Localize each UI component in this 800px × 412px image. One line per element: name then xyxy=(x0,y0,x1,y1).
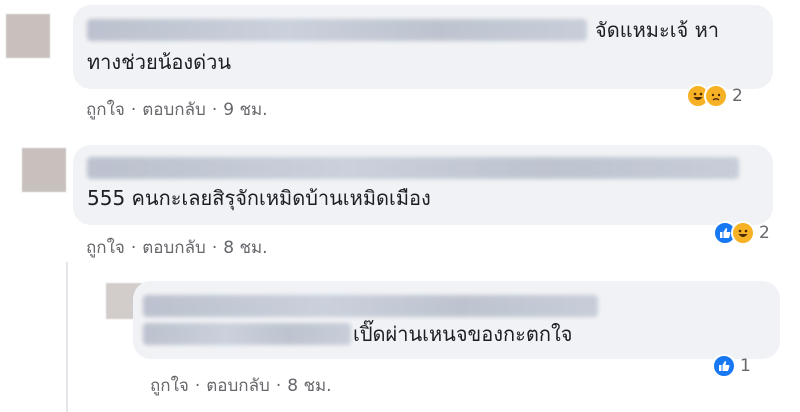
blurred-name xyxy=(143,295,598,317)
reaction-count: 2 xyxy=(732,86,743,106)
comment-text: จัดแหมะเจ้ หา xyxy=(595,18,720,42)
avatar[interactable] xyxy=(22,148,66,192)
separator: · xyxy=(211,238,218,258)
avatar[interactable] xyxy=(6,14,50,58)
comment-text: ทางช่วยน้องด่วน xyxy=(87,50,232,74)
separator: · xyxy=(211,100,218,120)
haha-icon xyxy=(731,221,755,245)
reaction-count: 1 xyxy=(740,356,751,376)
blurred-name xyxy=(87,19,587,41)
separator: · xyxy=(194,376,201,396)
like-link[interactable]: ถูกใจ xyxy=(86,238,125,258)
comment-bubble: จัดแหมะเจ้ หา ทางช่วยน้องด่วน xyxy=(73,5,773,89)
blurred-name xyxy=(87,157,739,179)
reaction-summary[interactable]: 2 xyxy=(686,84,743,108)
blurred-mention xyxy=(143,323,351,345)
sad-icon xyxy=(704,84,728,108)
comment-text: เปิ๊ดผ่านเหนจของกะตกใจ xyxy=(353,322,573,346)
like-link[interactable]: ถูกใจ xyxy=(150,376,189,396)
timestamp-link[interactable]: 9 ชม. xyxy=(223,100,267,120)
reaction-summary[interactable]: 2 xyxy=(713,221,770,245)
reply-link[interactable]: ตอบกลับ xyxy=(206,376,270,396)
reply-bubble: เปิ๊ดผ่านเหนจของกะตกใจ xyxy=(133,281,780,359)
thread-line xyxy=(66,262,68,412)
reaction-count: 2 xyxy=(759,223,770,243)
like-icon xyxy=(712,354,736,378)
reply-link[interactable]: ตอบกลับ xyxy=(142,238,206,258)
timestamp-link[interactable]: 8 ชม. xyxy=(223,238,267,258)
like-link[interactable]: ถูกใจ xyxy=(86,100,125,120)
comment-bubble: 555 คนกะเลยสิรุจักเหมิดบ้านเหมิดเมือง xyxy=(73,145,773,225)
reaction-summary[interactable]: 1 xyxy=(712,354,751,378)
comment-actions: ถูกใจ · ตอบกลับ · 8 ชม. xyxy=(150,372,332,399)
separator: · xyxy=(130,238,137,258)
separator: · xyxy=(275,376,282,396)
separator: · xyxy=(130,100,137,120)
comment-actions: ถูกใจ · ตอบกลับ · 9 ชม. xyxy=(86,96,268,123)
reply-link[interactable]: ตอบกลับ xyxy=(142,100,206,120)
timestamp-link[interactable]: 8 ชม. xyxy=(287,376,331,396)
comment-text: 555 คนกะเลยสิรุจักเหมิดบ้านเหมิดเมือง xyxy=(87,186,431,210)
comment-actions: ถูกใจ · ตอบกลับ · 8 ชม. xyxy=(86,234,268,261)
